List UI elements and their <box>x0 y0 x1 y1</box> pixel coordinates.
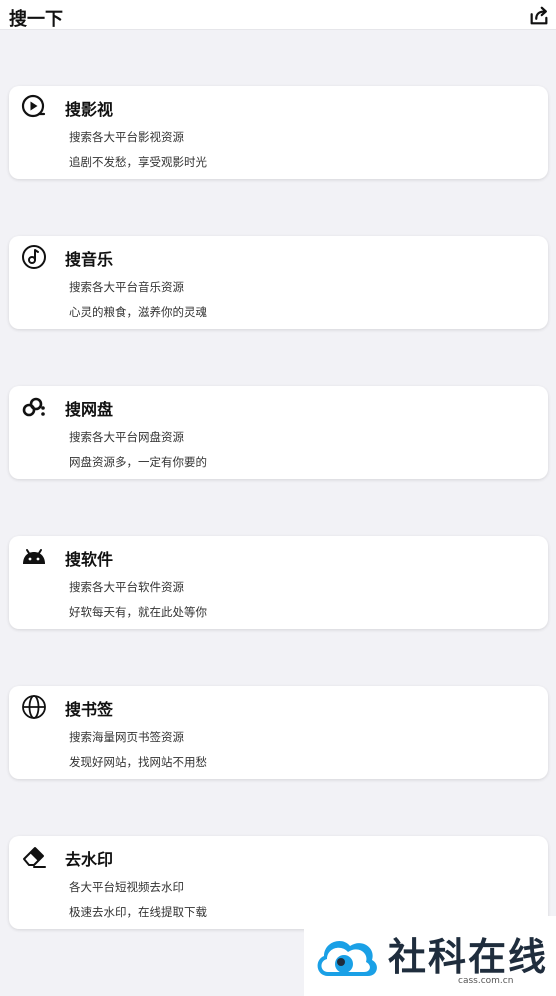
card-title: 搜音乐 <box>65 250 114 269</box>
watermark-text: 社科在线 <box>388 934 549 979</box>
card-description: 搜索各大平台音乐资源 <box>69 280 184 294</box>
site-watermark: 社科在线 cass.com.cn <box>304 916 556 996</box>
card-search-music[interactable]: 搜音乐 搜索各大平台音乐资源 心灵的粮食，滋养你的灵魂 <box>9 236 548 329</box>
card-slogan: 追剧不发愁，享受观影时光 <box>69 155 207 169</box>
card-title: 搜影视 <box>65 100 114 119</box>
card-description: 搜索各大平台网盘资源 <box>69 430 184 444</box>
card-search-cloud-drive[interactable]: 搜网盘 搜索各大平台网盘资源 网盘资源多，一定有你要的 <box>9 386 548 479</box>
watermark-domain: cass.com.cn <box>458 976 514 986</box>
card-slogan: 极速去水印，在线提取下载 <box>69 905 207 919</box>
card-description: 搜索各大平台软件资源 <box>69 580 184 594</box>
cloud-drive-icon <box>22 397 45 417</box>
card-title: 搜书签 <box>65 700 114 719</box>
card-search-video[interactable]: 搜影视 搜索各大平台影视资源 追剧不发愁，享受观影时光 <box>9 86 548 179</box>
card-description: 搜索各大平台影视资源 <box>69 130 184 144</box>
music-note-icon <box>22 245 46 269</box>
share-icon[interactable] <box>528 5 550 27</box>
app-header: 搜一下 <box>0 0 556 30</box>
card-slogan: 心灵的粮食，滋养你的灵魂 <box>69 305 207 319</box>
card-search-bookmarks[interactable]: 搜书签 搜索海量网页书签资源 发现好网站，找网站不用愁 <box>9 686 548 779</box>
globe-icon <box>22 695 46 719</box>
cloud-eye-logo-icon <box>317 941 377 976</box>
eraser-icon <box>23 847 46 868</box>
card-slogan: 网盘资源多，一定有你要的 <box>69 455 207 469</box>
card-slogan: 发现好网站，找网站不用愁 <box>69 755 207 769</box>
play-circle-icon <box>21 94 46 118</box>
card-title: 搜网盘 <box>65 400 114 419</box>
card-description: 搜索海量网页书签资源 <box>69 730 184 744</box>
card-title: 搜软件 <box>65 550 114 569</box>
card-title: 去水印 <box>65 850 114 869</box>
card-description: 各大平台短视频去水印 <box>69 880 184 894</box>
card-slogan: 好软每天有，就在此处等你 <box>69 605 207 619</box>
page-title: 搜一下 <box>9 9 63 30</box>
android-icon <box>23 549 45 564</box>
card-search-software[interactable]: 搜软件 搜索各大平台软件资源 好软每天有，就在此处等你 <box>9 536 548 629</box>
